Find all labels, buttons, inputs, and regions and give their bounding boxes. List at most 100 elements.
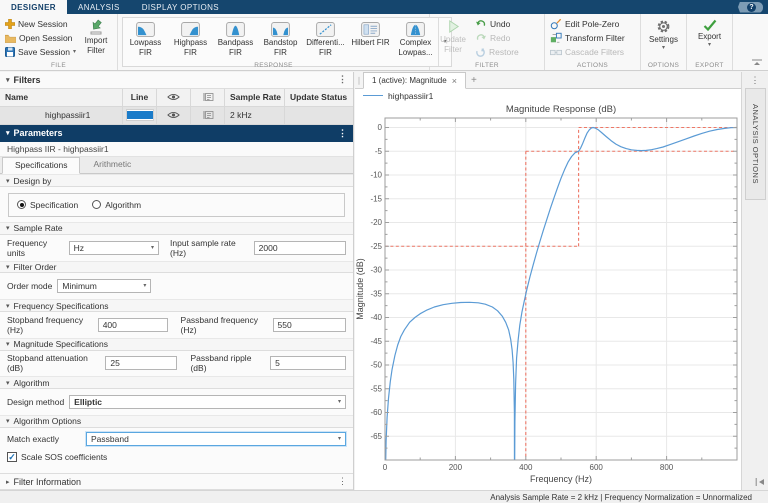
export-button[interactable]: Export ▾ [690,16,729,62]
ribbon-group-export: Export ▾ EXPORT [687,14,733,70]
column-line[interactable]: Line [123,88,157,107]
hilbert-response-icon [361,22,380,37]
dock-panel-icon[interactable] [755,478,765,486]
line-color-swatch[interactable] [126,111,153,120]
filter-order-header[interactable]: ▾ Filter Order [0,260,353,274]
bandpass-fir-button[interactable]: Bandpass FIR [213,18,258,66]
bandstop-fir-button[interactable]: Bandstop FIR [258,18,303,66]
column-name[interactable]: Name [0,88,123,107]
collapse-icon: ▾ [6,76,10,84]
radio-specification[interactable]: Specification [17,200,78,210]
new-session-icon [5,19,15,29]
import-filter-icon [88,19,104,35]
filters-table: Name Line Sample Rate Update Status high… [0,88,353,125]
algorithm-options-header[interactable]: ▾ Algorithm Options [0,414,353,428]
match-exactly-select[interactable]: Passband ▾ [86,431,346,446]
design-by-content: Specification Algorithm [0,187,353,222]
line-color-cell[interactable] [123,106,157,125]
column-sample-rate[interactable]: Sample Rate [225,88,285,107]
restore-button[interactable]: Restore [475,46,519,58]
status-bar: Analysis Sample Rate = 2 kHz | Frequency… [0,490,768,503]
tab-analysis[interactable]: ANALYSIS [67,0,131,14]
analysis-options-tab[interactable]: ANALYSIS OPTIONS [745,88,766,200]
scale-sos-row[interactable]: ✓ Scale SOS coefficients [0,449,353,465]
drag-handle-icon[interactable]: ∣ [355,72,363,88]
stopband-frequency-field[interactable]: 400 [97,317,168,332]
input-sample-rate-field[interactable]: 2000 [253,240,346,255]
column-annotation[interactable] [191,88,225,107]
undo-button[interactable]: Undo [475,18,519,30]
legend-label[interactable]: highpassiir1 [388,91,433,101]
cascade-filters-button[interactable]: Cascade Filters [550,46,625,58]
filters-menu-icon[interactable]: ⋮ [338,75,347,84]
magnitude-response-chart[interactable]: 0 200 400 600 800 0 -5 -10 -15 -20 -25 -30 -35 -40 -45… [355,102,741,490]
magnitude-specifications-row: Stopband attenuation (dB) 25 Passband ri… [0,351,353,377]
update-filter-button[interactable]: Update Filter [433,16,473,62]
settings-button[interactable]: Settings ▾ [644,16,683,62]
tab-arithmetic[interactable]: Arithmetic [80,156,144,173]
checkbox-checked-icon[interactable]: ✓ [7,452,17,463]
collapse-ribbon-icon[interactable] [752,59,762,66]
chart-canvas[interactable]: 0 200 400 600 800 0 -5 -10 -15 -20 -25 -30 -35 -40 -45… [355,102,741,490]
hilbert-fir-button[interactable]: Hilbert FIR [348,18,393,66]
open-session-button[interactable]: Open Session [5,32,76,44]
filter-name[interactable]: highpassiir1 [0,106,123,125]
save-session-button[interactable]: Save Session ▾ [5,46,76,58]
algorithm-header[interactable]: ▾ Algorithm [0,376,353,390]
export-dropdown-icon: ▾ [707,42,711,49]
differentiator-fir-button[interactable]: Differenti... FIR [303,18,348,66]
sample-rate-header[interactable]: ▾ Sample Rate [0,221,353,235]
tab-specifications[interactable]: Specifications [2,157,81,175]
parameters-section-header[interactable]: ▾ Parameters ⋮ [0,124,353,142]
design-by-header[interactable]: ▾ Design by [0,174,353,188]
frequency-units-select[interactable]: Hz ▾ [68,240,160,255]
design-method-select[interactable]: Elliptic ▾ [69,394,346,409]
highpass-response-icon [181,22,200,37]
close-icon[interactable]: × [452,76,457,86]
new-session-button[interactable]: New Session [5,18,76,30]
annotation-cell[interactable] [191,106,225,125]
import-filter-button[interactable]: Import Filter [78,16,114,62]
passband-frequency-field[interactable]: 550 [272,317,346,332]
settings-dropdown-icon: ▾ [661,45,665,52]
visibility-cell[interactable] [157,106,191,125]
match-exactly-row: Match exactly Passband ▾ [0,428,353,450]
add-tab-button[interactable]: + [466,72,482,88]
filters-section-header[interactable]: ▾ Filters ⋮ [0,72,353,89]
collapse-icon: ▾ [6,302,10,310]
passband-frequency-label: Passband frequency (Hz) [180,314,259,335]
save-session-dropdown-icon[interactable]: ▾ [73,49,76,55]
update-filter-icon [446,19,461,34]
radio-algorithm[interactable]: Algorithm [92,200,141,210]
order-mode-select[interactable]: Minimum ▾ [57,279,152,294]
svg-text:-15: -15 [370,194,382,203]
parameters-menu-icon[interactable]: ⋮ [338,128,347,138]
passband-ripple-field[interactable]: 5 [270,356,347,371]
redo-button[interactable]: Redo [475,32,519,44]
transform-filter-button[interactable]: Transform Filter [550,32,625,44]
tab-display-options[interactable]: DISPLAY OPTIONS [131,0,230,14]
magnitude-specifications-header[interactable]: ▾ Magnitude Specifications [0,337,353,351]
eye-icon [167,94,180,101]
frequency-specifications-header[interactable]: ▾ Frequency Specifications [0,299,353,312]
filter-information-menu-icon[interactable]: ⋮ [338,477,347,486]
magnitude-document-tab[interactable]: 1 (active): Magnitude × [363,72,466,89]
tab-designer[interactable]: DESIGNER [0,0,67,14]
collapse-icon: ▾ [6,379,10,387]
transform-filter-icon [550,32,562,44]
lowpass-fir-button[interactable]: Lowpass FIR [123,18,168,66]
help-button[interactable]: ? [738,1,763,13]
filter-row-highpassiir1[interactable]: highpassiir1 2 kHz [0,106,353,125]
design-method-label: Design method [7,396,65,407]
column-update-status[interactable]: Update Status [285,88,353,107]
svg-text:0: 0 [378,123,383,132]
edit-pole-zero-button[interactable]: Edit Pole-Zero [550,18,625,30]
filter-information-header[interactable]: ▸ Filter Information ⋮ [0,473,353,490]
column-visibility[interactable] [157,88,191,107]
strip-menu-icon[interactable]: ⋮ [742,75,768,86]
bandpass-response-icon [226,22,245,37]
highpass-fir-button[interactable]: Highpass FIR [168,18,213,66]
svg-text:Magnitude (dB): Magnitude (dB) [355,258,365,320]
stopband-attenuation-field[interactable]: 25 [105,356,178,371]
status-text: Analysis Sample Rate = 2 kHz | Frequency… [490,492,752,502]
